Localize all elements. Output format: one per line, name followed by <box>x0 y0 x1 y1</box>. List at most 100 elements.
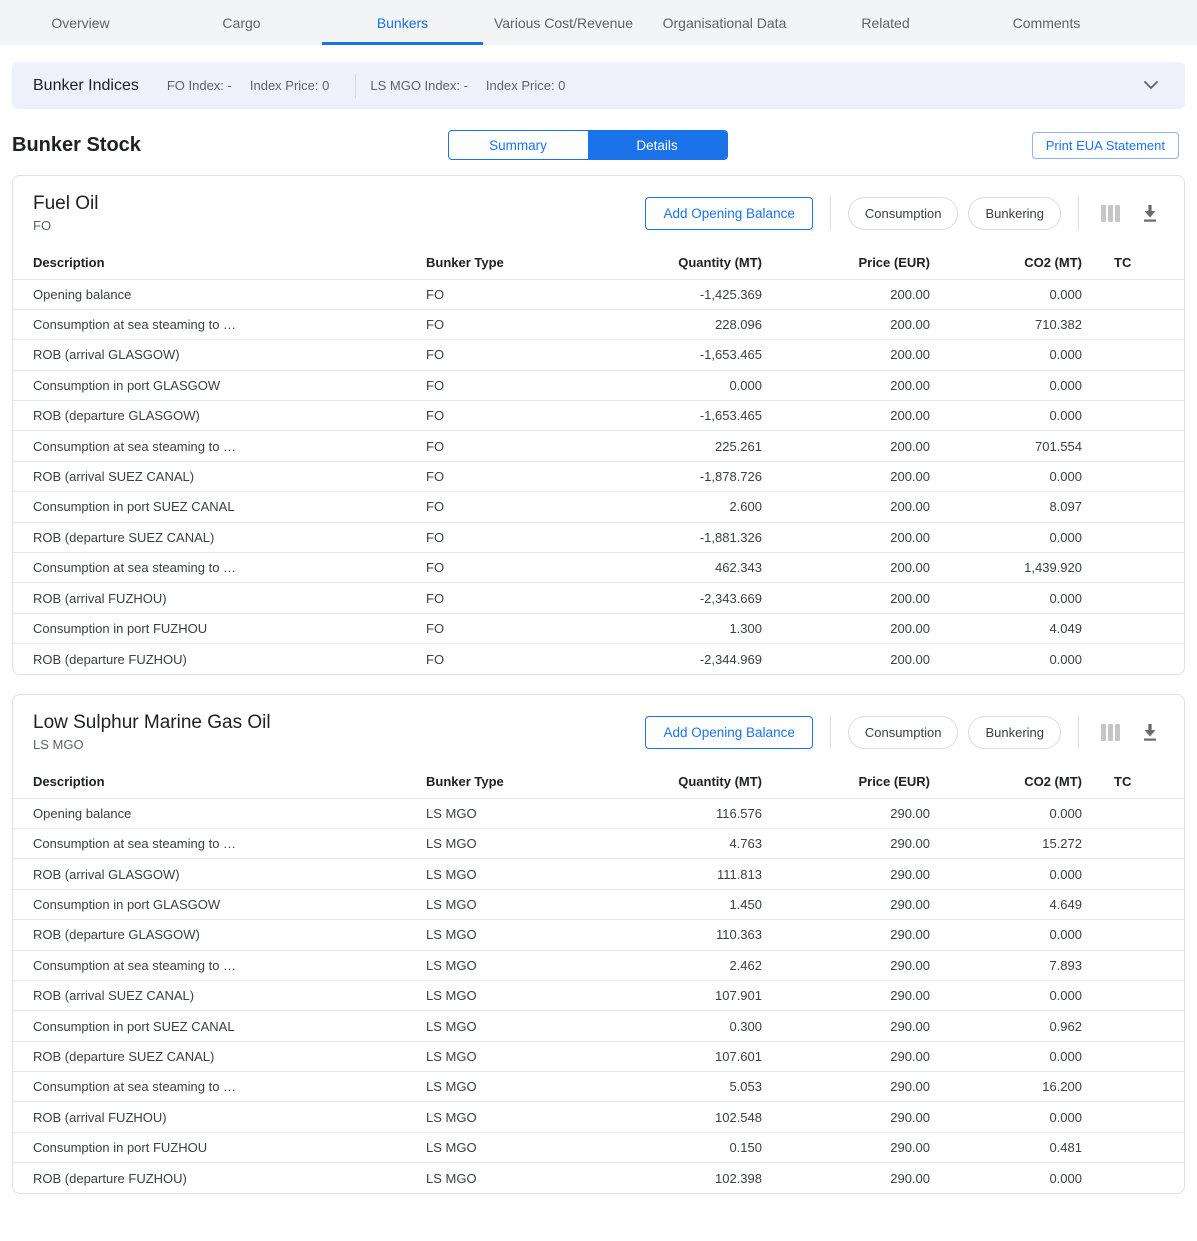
cell-co2: 0.000 <box>930 798 1082 828</box>
column-settings-button[interactable] <box>1096 718 1124 746</box>
cell-price: 290.00 <box>762 1132 930 1162</box>
cell-price: 290.00 <box>762 798 930 828</box>
cell-quantity: 0.150 <box>662 1132 762 1162</box>
cell-price: 200.00 <box>762 644 930 674</box>
table-row: Consumption at sea steaming to …FO462.34… <box>13 553 1184 583</box>
table-header-row: DescriptionBunker TypeQuantity (MT)Price… <box>13 247 1184 279</box>
cell-price: 200.00 <box>762 370 930 400</box>
tab-cargo[interactable]: Cargo <box>161 0 322 45</box>
tab-various-cost-revenue[interactable]: Various Cost/Revenue <box>483 0 644 45</box>
table-row: ROB (arrival FUZHOU)FO-2,343.669200.000.… <box>13 583 1184 613</box>
cell-tc <box>1082 1072 1184 1102</box>
cell-tc <box>1082 401 1184 431</box>
table-row: Consumption in port FUZHOULS MGO0.150290… <box>13 1132 1184 1162</box>
cell-quantity: 102.548 <box>662 1102 762 1132</box>
print-eua-statement-button[interactable]: Print EUA Statement <box>1032 132 1179 159</box>
cell-bunker-type: LS MGO <box>426 1102 662 1132</box>
cell-quantity: -1,881.326 <box>662 522 762 552</box>
cell-bunker-type: LS MGO <box>426 1041 662 1071</box>
bunker-card: Fuel Oil FO Add Opening Balance Consumpt… <box>12 175 1185 675</box>
summary-toggle-button[interactable]: Summary <box>449 131 588 159</box>
cell-quantity: -2,343.669 <box>662 583 762 613</box>
cell-description: Consumption at sea steaming to … <box>13 431 426 461</box>
bunkering-button[interactable]: Bunkering <box>968 197 1061 230</box>
cell-bunker-type: LS MGO <box>426 1011 662 1041</box>
cell-bunker-type: LS MGO <box>426 980 662 1010</box>
cell-bunker-type: LS MGO <box>426 920 662 950</box>
column-header: Bunker Type <box>426 247 662 279</box>
cell-description: Consumption in port GLASGOW <box>13 889 426 919</box>
cell-bunker-type: FO <box>426 522 662 552</box>
card-actions: Add Opening Balance Consumption Bunkerin… <box>645 715 1164 749</box>
cell-bunker-type: LS MGO <box>426 828 662 858</box>
tab-organisational-data[interactable]: Organisational Data <box>644 0 805 45</box>
card-titles: Fuel Oil FO <box>33 193 645 233</box>
cell-co2: 0.962 <box>930 1011 1082 1041</box>
chevron-down-icon <box>1144 81 1158 90</box>
cell-quantity: 4.763 <box>662 828 762 858</box>
column-header: Quantity (MT) <box>662 247 762 279</box>
cell-tc <box>1082 309 1184 339</box>
cell-price: 290.00 <box>762 1041 930 1071</box>
tab-overview[interactable]: Overview <box>0 0 161 45</box>
cell-quantity: 1.300 <box>662 613 762 643</box>
cell-bunker-type: LS MGO <box>426 1163 662 1193</box>
indices-divider <box>355 74 356 98</box>
cell-price: 200.00 <box>762 340 930 370</box>
cell-co2: 710.382 <box>930 309 1082 339</box>
view-toggle: Summary Details <box>448 130 728 160</box>
bunker-cards: Fuel Oil FO Add Opening Balance Consumpt… <box>12 175 1185 1194</box>
add-opening-balance-button[interactable]: Add Opening Balance <box>645 716 812 749</box>
add-opening-balance-button[interactable]: Add Opening Balance <box>645 197 812 230</box>
cell-bunker-type: FO <box>426 553 662 583</box>
card-titles: Low Sulphur Marine Gas Oil LS MGO <box>33 712 645 752</box>
consumption-button[interactable]: Consumption <box>848 197 959 230</box>
bunker-table: DescriptionBunker TypeQuantity (MT)Price… <box>13 247 1184 674</box>
table-row: ROB (arrival SUEZ CANAL)LS MGO107.901290… <box>13 980 1184 1010</box>
cell-quantity: 1.450 <box>662 889 762 919</box>
card-actions: Add Opening Balance Consumption Bunkerin… <box>645 196 1164 230</box>
cell-tc <box>1082 920 1184 950</box>
cell-quantity: 0.300 <box>662 1011 762 1041</box>
column-settings-button[interactable] <box>1096 199 1124 227</box>
column-header: CO2 (MT) <box>930 247 1082 279</box>
table-row: ROB (departure GLASGOW)LS MGO110.363290.… <box>13 920 1184 950</box>
cell-price: 290.00 <box>762 980 930 1010</box>
bunker-stock-header: Bunker Stock Summary Details Print EUA S… <box>12 130 1179 160</box>
table-row: ROB (departure FUZHOU)LS MGO102.398290.0… <box>13 1163 1184 1193</box>
cell-price: 200.00 <box>762 401 930 431</box>
column-header: CO2 (MT) <box>930 766 1082 798</box>
cell-price: 290.00 <box>762 828 930 858</box>
details-toggle-button[interactable]: Details <box>588 131 727 159</box>
tab-related[interactable]: Related <box>805 0 966 45</box>
download-button[interactable] <box>1136 718 1164 746</box>
cell-price: 200.00 <box>762 309 930 339</box>
cell-quantity: 225.261 <box>662 431 762 461</box>
cell-tc <box>1082 461 1184 491</box>
cell-description: Consumption in port GLASGOW <box>13 370 426 400</box>
consumption-button[interactable]: Consumption <box>848 716 959 749</box>
table-row: Opening balanceLS MGO116.576290.000.000 <box>13 798 1184 828</box>
bunkering-button[interactable]: Bunkering <box>968 716 1061 749</box>
stock-header-right: Print EUA Statement <box>744 132 1180 159</box>
cell-bunker-type: FO <box>426 492 662 522</box>
cell-tc <box>1082 1041 1184 1071</box>
tab-comments[interactable]: Comments <box>966 0 1127 45</box>
expand-indices-button[interactable] <box>1139 74 1163 98</box>
cell-co2: 0.000 <box>930 583 1082 613</box>
download-button[interactable] <box>1136 199 1164 227</box>
cell-price: 290.00 <box>762 859 930 889</box>
cell-co2: 8.097 <box>930 492 1082 522</box>
cell-tc <box>1082 522 1184 552</box>
download-icon <box>1142 723 1158 742</box>
table-header-row: DescriptionBunker TypeQuantity (MT)Price… <box>13 766 1184 798</box>
column-header: TC <box>1082 247 1184 279</box>
cell-tc <box>1082 950 1184 980</box>
table-row: ROB (arrival FUZHOU)LS MGO102.548290.000… <box>13 1102 1184 1132</box>
cell-description: Consumption in port SUEZ CANAL <box>13 492 426 522</box>
tab-bunkers[interactable]: Bunkers <box>322 0 483 45</box>
cell-price: 200.00 <box>762 583 930 613</box>
cell-co2: 0.000 <box>930 920 1082 950</box>
icons-divider <box>1078 715 1079 749</box>
cell-co2: 0.000 <box>930 1102 1082 1132</box>
